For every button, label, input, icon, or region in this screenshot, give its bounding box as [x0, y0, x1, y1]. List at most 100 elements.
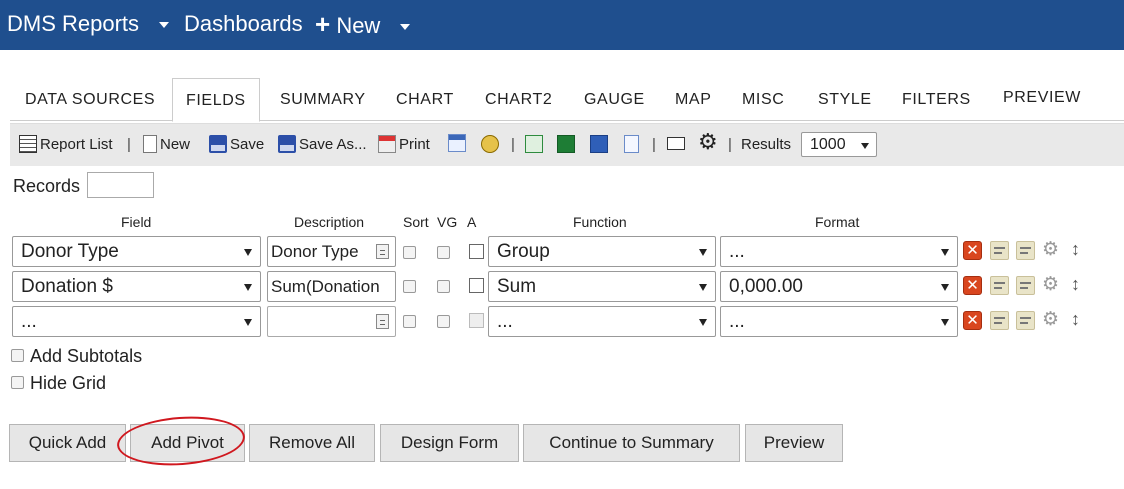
add-pivot-button[interactable]: Add Pivot: [130, 424, 245, 462]
sql-icon[interactable]: [481, 135, 499, 153]
chevron-down-icon: [699, 249, 707, 256]
top-navbar: DMS Reports Dashboards + New: [0, 0, 1124, 50]
vg-checkbox[interactable]: [437, 280, 450, 293]
remove-all-button[interactable]: Remove All: [249, 424, 375, 462]
sort-checkbox[interactable]: [403, 246, 416, 259]
delete-row-icon[interactable]: ✕: [963, 276, 982, 295]
field-select[interactable]: ...: [12, 306, 261, 337]
move-right-icon[interactable]: [1016, 276, 1035, 295]
document-export-icon[interactable]: [624, 135, 639, 153]
toolbar-separator: |: [728, 136, 732, 153]
field-select[interactable]: Donation $: [12, 271, 261, 302]
delete-row-icon[interactable]: ✕: [963, 311, 982, 330]
tab-fields[interactable]: FIELDS: [172, 78, 260, 122]
tab-gauge[interactable]: GAUGE: [584, 78, 645, 119]
tab-preview[interactable]: PREVIEW: [1003, 76, 1081, 117]
floppy-disk-icon: [209, 135, 227, 153]
word-icon[interactable]: [590, 135, 608, 153]
column-header-description: Description: [294, 214, 365, 230]
a-checkbox[interactable]: [469, 313, 484, 328]
pdf-print-icon: [378, 135, 396, 153]
function-select[interactable]: Group: [488, 236, 716, 267]
column-header-field: Field: [121, 214, 152, 230]
move-right-icon[interactable]: [1016, 311, 1035, 330]
preview-button[interactable]: Preview: [745, 424, 843, 462]
tab-style[interactable]: STYLE: [818, 78, 872, 119]
design-form-button[interactable]: Design Form: [380, 424, 519, 462]
chevron-down-icon: [244, 284, 252, 291]
chevron-down-icon: [941, 319, 949, 326]
tab-data-sources[interactable]: DATA SOURCES: [25, 78, 155, 119]
tab-summary[interactable]: SUMMARY: [280, 78, 366, 119]
reorder-icon[interactable]: ↕: [1071, 275, 1080, 294]
a-checkbox[interactable]: [469, 278, 484, 293]
delete-row-icon[interactable]: ✕: [963, 241, 982, 260]
format-select[interactable]: 0,000.00: [720, 271, 958, 302]
tab-chart[interactable]: CHART: [396, 78, 454, 119]
chevron-down-icon: [400, 24, 411, 31]
gear-icon[interactable]: ⚙: [1042, 275, 1059, 294]
column-header-vg: VG: [437, 214, 458, 230]
records-input[interactable]: [87, 172, 154, 198]
move-right-icon[interactable]: [1016, 241, 1035, 260]
csv-export-icon[interactable]: [525, 135, 543, 153]
new-dropdown[interactable]: + New: [315, 9, 411, 40]
plus-icon: +: [315, 9, 331, 39]
app-title-dropdown[interactable]: DMS Reports: [7, 10, 170, 38]
new-label: New: [336, 13, 381, 38]
chevron-down-icon: [244, 249, 252, 256]
report-list-button[interactable]: Report List: [19, 135, 113, 155]
description-input[interactable]: Sum(Donation: [267, 271, 396, 302]
format-select[interactable]: ...: [720, 306, 958, 337]
field-select[interactable]: Donor Type: [12, 236, 261, 267]
tab-misc[interactable]: MISC: [742, 78, 784, 119]
tab-filters[interactable]: FILTERS: [902, 78, 971, 119]
tab-chart2[interactable]: CHART2: [485, 78, 552, 119]
reorder-icon[interactable]: ↕: [1071, 310, 1080, 329]
move-left-icon[interactable]: [990, 276, 1009, 295]
results-select[interactable]: 1000: [801, 132, 877, 157]
toolbar-separator: |: [127, 136, 131, 153]
html-export-icon[interactable]: [448, 134, 466, 152]
sort-checkbox[interactable]: [403, 280, 416, 293]
gear-icon[interactable]: ⚙: [1042, 240, 1059, 259]
chevron-down-icon: [861, 143, 869, 149]
hide-grid-checkbox[interactable]: [11, 376, 24, 389]
vg-checkbox[interactable]: [437, 246, 450, 259]
memo-icon[interactable]: [376, 244, 389, 259]
app-title: DMS Reports: [7, 11, 140, 36]
vg-checkbox[interactable]: [437, 315, 450, 328]
gear-icon[interactable]: ⚙: [698, 131, 718, 153]
dashboards-link[interactable]: Dashboards: [184, 10, 303, 38]
save-button[interactable]: Save: [209, 135, 264, 155]
a-checkbox[interactable]: [469, 244, 484, 259]
quick-add-button[interactable]: Quick Add: [9, 424, 126, 462]
continue-to-summary-button[interactable]: Continue to Summary: [523, 424, 740, 462]
move-left-icon[interactable]: [990, 241, 1009, 260]
description-input[interactable]: [267, 306, 396, 337]
tab-map[interactable]: MAP: [675, 78, 711, 119]
function-select[interactable]: ...: [488, 306, 716, 337]
add-subtotals-label: Add Subtotals: [30, 346, 143, 366]
memo-icon[interactable]: [376, 314, 389, 329]
chevron-down-icon: [941, 284, 949, 291]
sort-checkbox[interactable]: [403, 315, 416, 328]
new-button[interactable]: New: [143, 135, 190, 155]
excel-icon[interactable]: [557, 135, 575, 153]
print-button[interactable]: Print: [378, 135, 430, 155]
records-label: Records: [13, 176, 81, 196]
move-left-icon[interactable]: [990, 311, 1009, 330]
add-subtotals-checkbox[interactable]: [11, 349, 24, 362]
chevron-down-icon: [699, 319, 707, 326]
description-input[interactable]: Donor Type: [267, 236, 396, 267]
gear-icon[interactable]: ⚙: [1042, 310, 1059, 329]
save-as-button[interactable]: Save As...: [278, 135, 367, 155]
floppy-disk-icon: [278, 135, 296, 153]
format-select[interactable]: ...: [720, 236, 958, 267]
list-icon: [19, 135, 37, 153]
function-select[interactable]: Sum: [488, 271, 716, 302]
reorder-icon[interactable]: ↕: [1071, 240, 1080, 259]
new-document-icon: [143, 135, 157, 153]
toolbar-separator: |: [652, 136, 656, 153]
email-icon[interactable]: [667, 137, 685, 150]
